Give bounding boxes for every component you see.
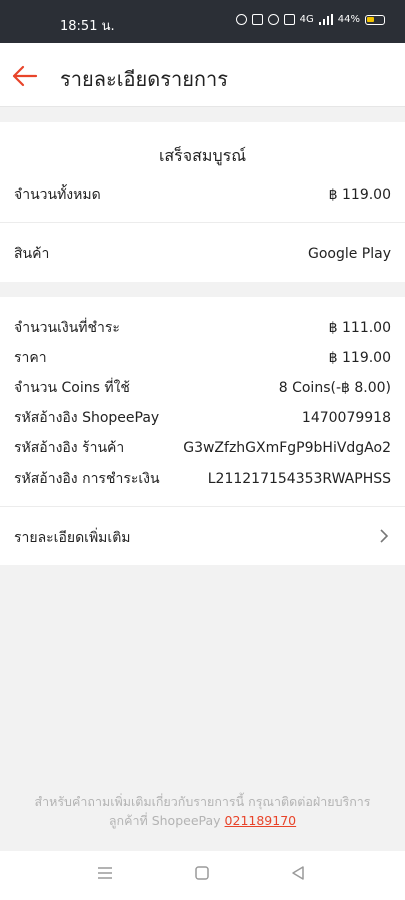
detail-row: รหัสอ้างอิง ร้านค้า G3wZfzhGXmFgP9bHiVdg… [14,437,391,459]
help-footer: สำหรับคำถามเพิ่มเติมเกี่ยวกับรายการนี้ ก… [0,792,405,830]
total-value: ฿ 119.00 [328,187,391,203]
summary-card: เสร็จสมบูรณ์ จำนวนทั้งหมด ฿ 119.00 สินค้… [0,122,405,282]
system-nav-bar [0,851,405,900]
detail-label: ราคา [14,350,47,366]
status-time: 18:51 น. [60,19,115,34]
detail-row: จำนวนเงินที่ชำระ ฿ 111.00 [14,317,391,339]
total-row: จำนวนทั้งหมด ฿ 119.00 [14,184,391,206]
menu-icon[interactable] [97,865,113,881]
detail-row: ราคา ฿ 119.00 [14,347,391,369]
detail-label: รหัสอ้างอิง ร้านค้า [14,440,125,456]
status-bar: 18:51 น. 4G 44% [0,0,405,43]
detail-value: G3wZfzhGXmFgP9bHiVdgAo2 [183,440,391,456]
detail-value: ฿ 119.00 [328,350,391,366]
detail-value: 8 Coins(-฿ 8.00) [278,380,391,396]
chevron-right-icon [380,529,389,543]
battery-icon [365,14,385,25]
product-value: Google Play [307,246,391,262]
more-details-label: รายละเอียดเพิ่มเติม [14,530,131,546]
detail-value: L211217154353RWAPHSS [207,471,391,487]
detail-label: จำนวน Coins ที่ใช้ [14,380,130,396]
help-text-line2: ลูกค้าที่ ShopeePay 021189170 [0,811,405,830]
help-text-prefix: ลูกค้าที่ ShopeePay [108,813,221,828]
product-row: สินค้า Google Play [14,243,391,265]
detail-label: รหัสอ้างอิง ShopeePay [14,410,160,426]
shield-icon [267,14,279,25]
support-phone-link[interactable]: 021189170 [225,813,297,828]
total-label: จำนวนทั้งหมด [14,187,101,203]
detail-value: ฿ 111.00 [328,320,391,336]
signal-icon [318,14,333,25]
status-text: เสร็จสมบูรณ์ [158,146,247,165]
page-title: รายละเอียดรายการ [60,67,229,91]
alarm-icon [235,14,247,25]
detail-label: จำนวนเงินที่ชำระ [14,320,120,336]
nfc-icon [283,14,295,25]
app-header: รายละเอียดรายการ [0,43,405,107]
back-triangle-icon[interactable] [290,865,306,881]
vibrate-icon [251,14,263,25]
detail-label: รหัสอ้างอิง การชำระเงิน [14,471,160,487]
divider [0,222,405,223]
home-square-icon[interactable] [194,865,210,881]
battery-percent: 44% [337,14,360,25]
details-card: จำนวนเงินที่ชำระ ฿ 111.00 ราคา ฿ 119.00 … [0,297,405,565]
more-details-row[interactable]: รายละเอียดเพิ่มเติม [0,507,405,565]
detail-value: 1470079918 [301,410,391,426]
network-label: 4G [299,14,314,25]
product-label: สินค้า [14,246,50,262]
back-arrow-icon[interactable] [10,61,40,91]
help-text-line1: สำหรับคำถามเพิ่มเติมเกี่ยวกับรายการนี้ ก… [34,794,371,809]
detail-row: รหัสอ้างอิง การชำระเงิน L211217154353RWA… [14,468,391,490]
detail-row: รหัสอ้างอิง ShopeePay 1470079918 [14,407,391,429]
status-icons: 4G 44% [235,14,385,25]
detail-row: จำนวน Coins ที่ใช้ 8 Coins(-฿ 8.00) [14,377,391,399]
